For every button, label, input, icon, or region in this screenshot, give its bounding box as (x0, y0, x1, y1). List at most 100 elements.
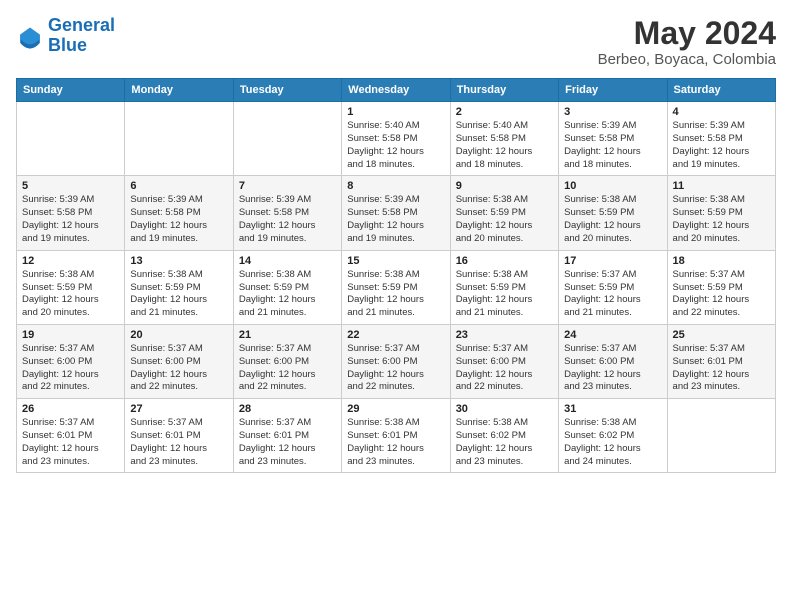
day-number: 20 (130, 329, 227, 341)
calendar-cell: 25 Sunrise: 5:37 AM Sunset: 6:01 PM Dayli… (667, 324, 775, 398)
day-info: Sunrise: 5:39 AM Sunset: 5:58 PM Dayligh… (673, 120, 770, 171)
calendar-cell: 3Sunrise: 5:39 AM Sunset: 5:58 PM Daylig… (559, 102, 667, 176)
day-info: Sunrise: 5:38 AM Sunset: 5:59 PM Dayligh… (22, 269, 119, 320)
calendar-cell: 7 Sunrise: 5:39 AM Sunset: 5:58 PM Daylig… (233, 176, 341, 250)
calendar-header: Sunday Monday Tuesday Wednesday Thursday… (17, 79, 776, 102)
day-number: 16 (456, 255, 553, 267)
day-number: 8 (347, 180, 444, 192)
day-number: 25 (673, 329, 770, 341)
day-number: 23 (456, 329, 553, 341)
calendar-cell: 16 Sunrise: 5:38 AM Sunset: 5:59 PM Dayli… (450, 250, 558, 324)
location: Berbeo, Boyaca, Colombia (598, 51, 776, 68)
calendar-cell: 20 Sunrise: 5:37 AM Sunset: 6:00 PM Dayli… (125, 324, 233, 398)
day-number: 3 (564, 106, 661, 118)
day-number: 31 (564, 403, 661, 415)
col-friday: Friday (559, 79, 667, 102)
day-number: 28 (239, 403, 336, 415)
day-number: 5 (22, 180, 119, 192)
day-number: 27 (130, 403, 227, 415)
calendar-cell: 18Sunrise: 5:37 AM Sunset: 5:59 PM Dayli… (667, 250, 775, 324)
day-info: Sunrise: 5:40 AM Sunset: 5:58 PM Dayligh… (347, 120, 444, 171)
day-number: 1 (347, 106, 444, 118)
col-thursday: Thursday (450, 79, 558, 102)
day-number: 2 (456, 106, 553, 118)
day-number: 7 (239, 180, 336, 192)
day-info: Sunrise: 5:38 AM Sunset: 5:59 PM Dayligh… (456, 269, 553, 320)
day-number: 14 (239, 255, 336, 267)
logo-text: General Blue (48, 16, 115, 56)
calendar: Sunday Monday Tuesday Wednesday Thursday… (16, 78, 776, 473)
logo-icon (16, 22, 44, 50)
calendar-cell: 12Sunrise: 5:38 AM Sunset: 5:59 PM Dayli… (17, 250, 125, 324)
col-tuesday: Tuesday (233, 79, 341, 102)
calendar-cell: 5 Sunrise: 5:39 AM Sunset: 5:58 PM Daylig… (17, 176, 125, 250)
title-block: May 2024 Berbeo, Boyaca, Colombia (598, 16, 776, 68)
day-info: Sunrise: 5:37 AM Sunset: 6:00 PM Dayligh… (456, 343, 553, 394)
day-number: 30 (456, 403, 553, 415)
day-number: 24 (564, 329, 661, 341)
calendar-cell (667, 399, 775, 473)
day-number: 4 (673, 106, 770, 118)
day-info: Sunrise: 5:38 AM Sunset: 5:59 PM Dayligh… (347, 269, 444, 320)
calendar-cell: 27 Sunrise: 5:37 AM Sunset: 6:01 PM Dayli… (125, 399, 233, 473)
calendar-body: 1 Sunrise: 5:40 AM Sunset: 5:58 PM Daylig… (17, 102, 776, 473)
calendar-cell (125, 102, 233, 176)
calendar-cell: 26Sunrise: 5:37 AM Sunset: 6:01 PM Dayli… (17, 399, 125, 473)
calendar-cell: 28 Sunrise: 5:37 AM Sunset: 6:01 PM Dayli… (233, 399, 341, 473)
header: General Blue May 2024 Berbeo, Boyaca, Co… (16, 16, 776, 68)
day-info: Sunrise: 5:39 AM Sunset: 5:58 PM Dayligh… (22, 194, 119, 245)
day-info: Sunrise: 5:37 AM Sunset: 6:00 PM Dayligh… (239, 343, 336, 394)
calendar-cell: 19Sunrise: 5:37 AM Sunset: 6:00 PM Dayli… (17, 324, 125, 398)
calendar-cell: 14Sunrise: 5:38 AM Sunset: 5:59 PM Dayli… (233, 250, 341, 324)
calendar-cell (17, 102, 125, 176)
day-info: Sunrise: 5:39 AM Sunset: 5:58 PM Dayligh… (130, 194, 227, 245)
calendar-cell: 22 Sunrise: 5:37 AM Sunset: 6:00 PM Dayli… (342, 324, 450, 398)
day-number: 22 (347, 329, 444, 341)
calendar-cell: 24Sunrise: 5:37 AM Sunset: 6:00 PM Dayli… (559, 324, 667, 398)
calendar-cell: 29 Sunrise: 5:38 AM Sunset: 6:01 PM Dayli… (342, 399, 450, 473)
day-info: Sunrise: 5:39 AM Sunset: 5:58 PM Dayligh… (239, 194, 336, 245)
weekday-row: Sunday Monday Tuesday Wednesday Thursday… (17, 79, 776, 102)
calendar-cell (233, 102, 341, 176)
day-info: Sunrise: 5:38 AM Sunset: 6:01 PM Dayligh… (347, 417, 444, 468)
day-info: Sunrise: 5:37 AM Sunset: 5:59 PM Dayligh… (673, 269, 770, 320)
col-saturday: Saturday (667, 79, 775, 102)
calendar-cell: 13 Sunrise: 5:38 AM Sunset: 5:59 PM Dayli… (125, 250, 233, 324)
calendar-cell: 15 Sunrise: 5:38 AM Sunset: 5:59 PM Dayli… (342, 250, 450, 324)
calendar-cell: 23 Sunrise: 5:37 AM Sunset: 6:00 PM Dayli… (450, 324, 558, 398)
day-info: Sunrise: 5:39 AM Sunset: 5:58 PM Dayligh… (347, 194, 444, 245)
col-sunday: Sunday (17, 79, 125, 102)
day-info: Sunrise: 5:38 AM Sunset: 5:59 PM Dayligh… (130, 269, 227, 320)
day-number: 21 (239, 329, 336, 341)
day-number: 13 (130, 255, 227, 267)
day-number: 10 (564, 180, 661, 192)
day-number: 9 (456, 180, 553, 192)
day-number: 15 (347, 255, 444, 267)
calendar-cell: 8 Sunrise: 5:39 AM Sunset: 5:58 PM Daylig… (342, 176, 450, 250)
calendar-cell: 9 Sunrise: 5:38 AM Sunset: 5:59 PM Daylig… (450, 176, 558, 250)
day-info: Sunrise: 5:37 AM Sunset: 6:01 PM Dayligh… (130, 417, 227, 468)
day-info: Sunrise: 5:37 AM Sunset: 6:00 PM Dayligh… (347, 343, 444, 394)
day-info: Sunrise: 5:37 AM Sunset: 5:59 PM Dayligh… (564, 269, 661, 320)
day-number: 19 (22, 329, 119, 341)
calendar-week-4: 26Sunrise: 5:37 AM Sunset: 6:01 PM Dayli… (17, 399, 776, 473)
day-number: 11 (673, 180, 770, 192)
calendar-cell: 31Sunrise: 5:38 AM Sunset: 6:02 PM Dayli… (559, 399, 667, 473)
calendar-cell: 17 Sunrise: 5:37 AM Sunset: 5:59 PM Dayli… (559, 250, 667, 324)
calendar-cell: 10Sunrise: 5:38 AM Sunset: 5:59 PM Dayli… (559, 176, 667, 250)
day-number: 17 (564, 255, 661, 267)
day-info: Sunrise: 5:38 AM Sunset: 5:59 PM Dayligh… (456, 194, 553, 245)
day-info: Sunrise: 5:38 AM Sunset: 6:02 PM Dayligh… (456, 417, 553, 468)
calendar-cell: 1 Sunrise: 5:40 AM Sunset: 5:58 PM Daylig… (342, 102, 450, 176)
day-info: Sunrise: 5:37 AM Sunset: 6:01 PM Dayligh… (239, 417, 336, 468)
calendar-cell: 21 Sunrise: 5:37 AM Sunset: 6:00 PM Dayli… (233, 324, 341, 398)
day-number: 29 (347, 403, 444, 415)
col-monday: Monday (125, 79, 233, 102)
day-number: 6 (130, 180, 227, 192)
day-info: Sunrise: 5:37 AM Sunset: 6:00 PM Dayligh… (130, 343, 227, 394)
day-info: Sunrise: 5:37 AM Sunset: 6:01 PM Dayligh… (673, 343, 770, 394)
day-info: Sunrise: 5:40 AM Sunset: 5:58 PM Dayligh… (456, 120, 553, 171)
logo: General Blue (16, 16, 115, 56)
day-info: Sunrise: 5:38 AM Sunset: 5:59 PM Dayligh… (673, 194, 770, 245)
calendar-cell: 2 Sunrise: 5:40 AM Sunset: 5:58 PM Daylig… (450, 102, 558, 176)
